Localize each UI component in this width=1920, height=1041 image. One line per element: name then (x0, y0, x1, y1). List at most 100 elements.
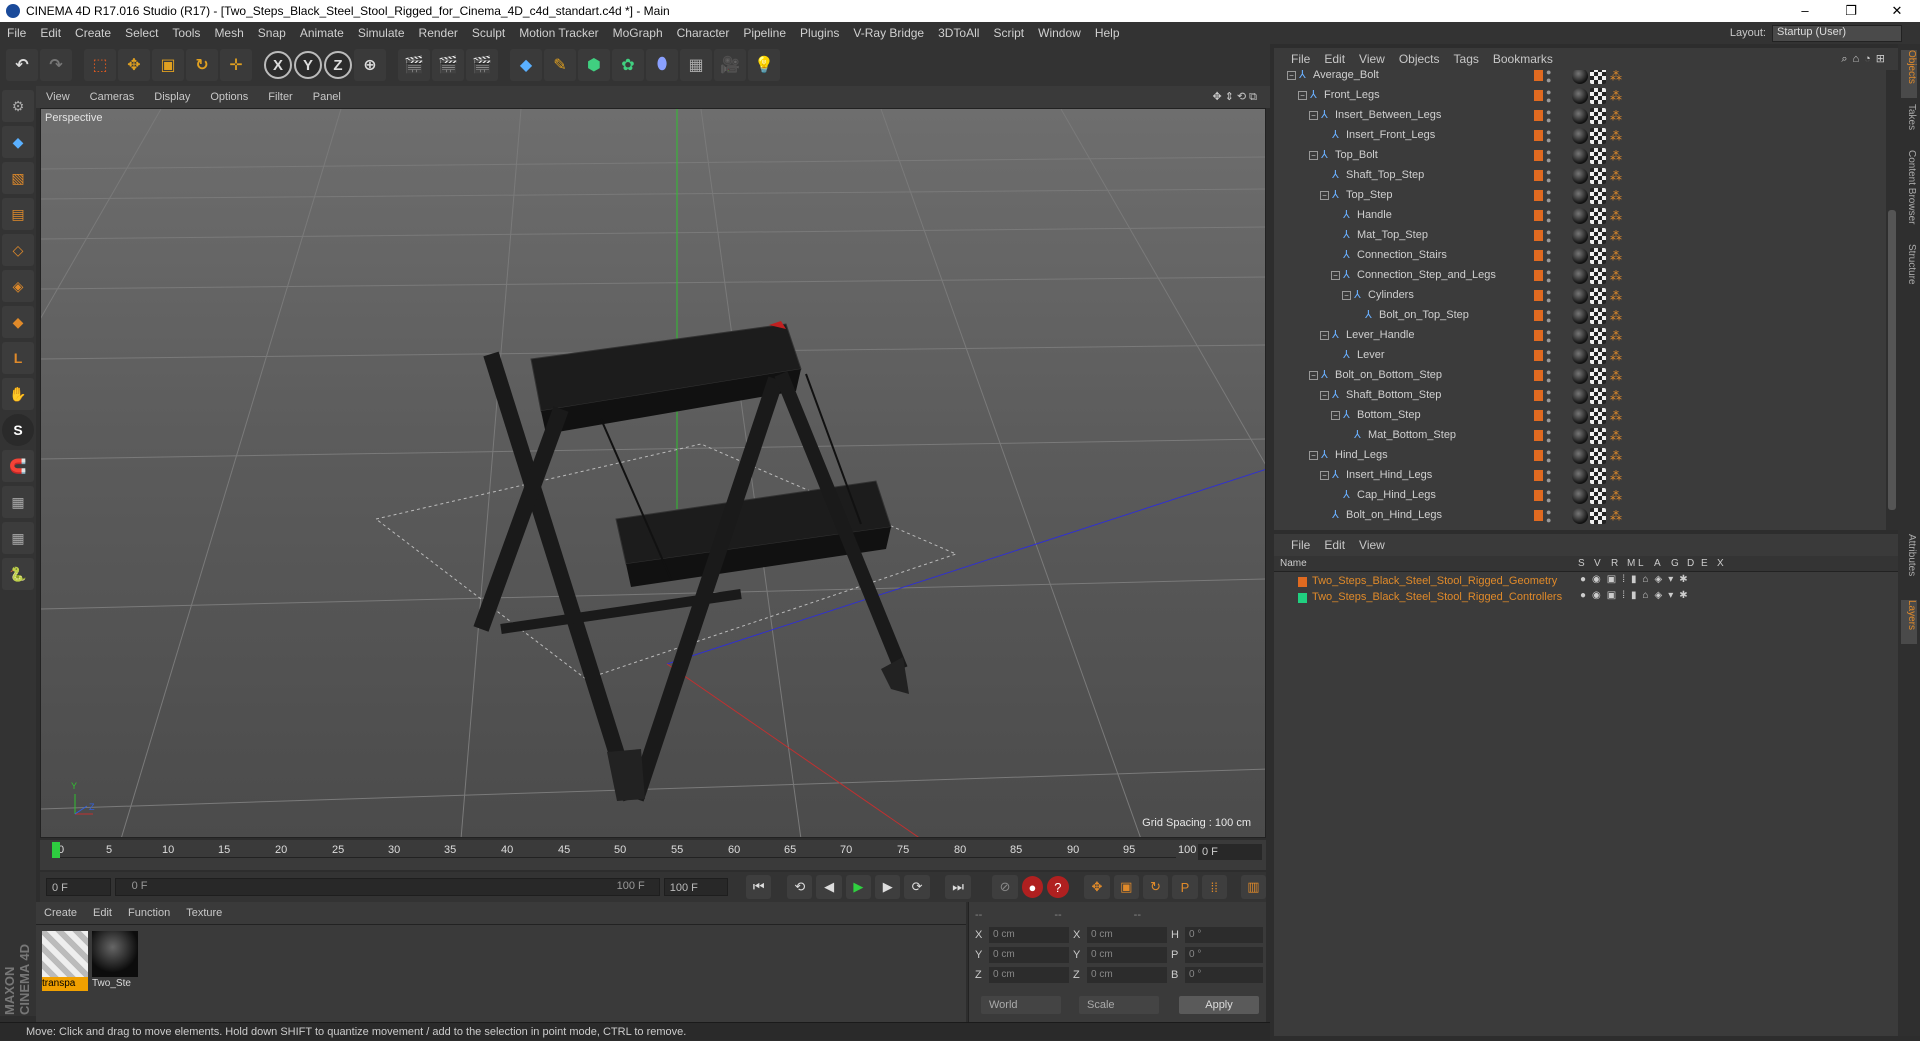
object-row[interactable]: − ⅄ Bottom_Step ● ● ⁂ (1274, 406, 1886, 426)
layer-color-swatch[interactable] (1534, 430, 1543, 441)
object-row[interactable]: − ⅄ Cylinders ● ● ⁂ (1274, 286, 1886, 306)
z-axis-lock-icon[interactable]: Z (324, 51, 352, 79)
material-tag-icon[interactable] (1572, 288, 1588, 304)
texture-tag-icon[interactable] (1590, 488, 1606, 504)
tweak-mode-icon[interactable]: ✋ (2, 378, 34, 410)
menu-help[interactable]: Help (1088, 26, 1127, 40)
make-editable-icon[interactable]: ⚙ (2, 90, 34, 122)
cube-primitive-icon[interactable]: ◆ (510, 49, 542, 81)
polygons-mode-icon[interactable]: ◆ (2, 306, 34, 338)
live-selection-icon[interactable]: ⬚ (84, 49, 116, 81)
move-tool-icon[interactable]: ✥ (118, 49, 150, 81)
expand-toggle-icon[interactable]: − (1320, 471, 1329, 480)
material-tag-icon[interactable] (1572, 428, 1588, 444)
timeline-ticks[interactable]: 0 5 10 15 20 25 30 35 40 45 50 55 60 65 … (54, 840, 1196, 858)
material-tag-icon[interactable] (1572, 228, 1588, 244)
timeline-window-icon[interactable]: ▥ (1240, 875, 1267, 899)
python-icon[interactable]: 🐍 (2, 558, 34, 590)
layer-color-swatch[interactable] (1534, 350, 1543, 361)
visibility-dots-icon[interactable]: ● ● (1546, 508, 1551, 525)
menu-motion-tracker[interactable]: Motion Tracker (512, 26, 605, 40)
ik-tag-icon[interactable]: ⁂ (1608, 208, 1624, 224)
layer-color-swatch[interactable] (1534, 210, 1543, 221)
object-row[interactable]: − ⅄ Insert_Between_Legs ● ● ⁂ (1274, 106, 1886, 126)
texture-tag-icon[interactable] (1590, 188, 1606, 204)
subdivision-surface-icon[interactable]: ⬢ (578, 49, 610, 81)
position-y-field[interactable]: 0 cm (989, 947, 1069, 963)
visibility-dots-icon[interactable]: ● ● (1546, 148, 1551, 165)
apply-button[interactable]: Apply (1179, 996, 1259, 1014)
size-z-field[interactable]: 0 cm (1087, 967, 1167, 983)
expand-toggle-icon[interactable]: − (1287, 71, 1296, 80)
workplane-mode-icon[interactable]: ▤ (2, 198, 34, 230)
object-name[interactable]: Bolt_on_Bottom_Step (1335, 369, 1442, 381)
object-name[interactable]: Bottom_Step (1357, 409, 1421, 421)
expand-toggle-icon[interactable]: − (1309, 371, 1318, 380)
layer-color-swatch[interactable] (1534, 70, 1543, 81)
spline-pen-icon[interactable]: ✎ (544, 49, 576, 81)
model-mode-icon[interactable]: ◆ (2, 126, 34, 158)
material-swatch[interactable]: Two_Ste (92, 931, 138, 991)
material-tag-icon[interactable] (1572, 368, 1588, 384)
scrollbar-thumb[interactable] (1888, 210, 1896, 510)
material-tag-icon[interactable] (1572, 108, 1588, 124)
material-tag-icon[interactable] (1572, 70, 1588, 84)
layer-color-swatch[interactable] (1534, 190, 1543, 201)
layer-row[interactable]: Two_Steps_Black_Steel_Stool_Rigged_Geome… (1274, 574, 1898, 590)
snapping-icon[interactable]: S (2, 414, 34, 446)
object-row[interactable]: − ⅄ Front_Legs ● ● ⁂ (1274, 86, 1886, 106)
tab-content-browser[interactable]: Content Browser (1901, 150, 1917, 240)
texture-tag-icon[interactable] (1590, 468, 1606, 484)
key-rotation-icon[interactable]: ↻ (1142, 875, 1169, 899)
texture-tag-icon[interactable] (1590, 148, 1606, 164)
object-row[interactable]: − ⅄ Connection_Step_and_Legs ● ● ⁂ (1274, 266, 1886, 286)
menu-sculpt[interactable]: Sculpt (465, 26, 512, 40)
layer-color-swatch[interactable] (1534, 330, 1543, 341)
visibility-dots-icon[interactable]: ● ● (1546, 248, 1551, 265)
object-row[interactable]: ⅄ Connection_Stairs ● ● ⁂ (1274, 246, 1886, 266)
edges-mode-icon[interactable]: ◈ (2, 270, 34, 302)
ik-tag-icon[interactable]: ⁂ (1608, 328, 1624, 344)
points-mode-icon[interactable]: ◇ (2, 234, 34, 266)
layer-color-swatch[interactable] (1534, 230, 1543, 241)
object-manager-scrollbar[interactable] (1886, 70, 1898, 530)
expand-toggle-icon[interactable]: − (1331, 271, 1340, 280)
texture-tag-icon[interactable] (1590, 70, 1606, 84)
object-row[interactable]: − ⅄ Top_Bolt ● ● ⁂ (1274, 146, 1886, 166)
tab-layers[interactable]: Layers (1901, 600, 1917, 644)
texture-tag-icon[interactable] (1590, 268, 1606, 284)
texture-tag-icon[interactable] (1590, 428, 1606, 444)
menu-pipeline[interactable]: Pipeline (736, 26, 793, 40)
visibility-dots-icon[interactable]: ● ● (1546, 488, 1551, 505)
layer-color-swatch[interactable] (1534, 370, 1543, 381)
object-row[interactable]: ⅄ Handle ● ● ⁂ (1274, 206, 1886, 226)
object-row[interactable]: − ⅄ Hind_Legs ● ● ⁂ (1274, 446, 1886, 466)
visibility-dots-icon[interactable]: ● ● (1546, 408, 1551, 425)
previous-key-icon[interactable]: ⟲ (787, 875, 813, 899)
camera-icon[interactable]: 🎥 (714, 49, 746, 81)
object-name[interactable]: Hind_Legs (1335, 449, 1388, 461)
texture-tag-icon[interactable] (1590, 208, 1606, 224)
ik-tag-icon[interactable]: ⁂ (1608, 148, 1624, 164)
object-name[interactable]: Insert_Between_Legs (1335, 109, 1441, 121)
object-row[interactable]: − ⅄ Top_Step ● ● ⁂ (1274, 186, 1886, 206)
texture-tag-icon[interactable] (1590, 108, 1606, 124)
viewport-nav-icons[interactable]: ✥⇕⟲⧉ (1212, 90, 1270, 104)
menu-animate[interactable]: Animate (293, 26, 351, 40)
object-name[interactable]: Mat_Bottom_Step (1368, 429, 1456, 441)
autokey-icon[interactable]: ? (1047, 876, 1069, 898)
object-row[interactable]: ⅄ Cap_Hind_Legs ● ● ⁂ (1274, 486, 1886, 506)
expand-toggle-icon[interactable]: − (1320, 391, 1329, 400)
deformer-icon[interactable]: ⬮ (646, 49, 678, 81)
texture-tag-icon[interactable] (1590, 388, 1606, 404)
viewport-menu-cameras[interactable]: Cameras (80, 91, 145, 103)
next-key-icon[interactable]: ⟳ (904, 875, 930, 899)
material-swatch[interactable]: transpa (42, 931, 88, 991)
menu-tools[interactable]: Tools (165, 26, 207, 40)
key-parameter-icon[interactable]: P (1172, 875, 1198, 899)
rotate-tool-icon[interactable]: ↻ (186, 49, 218, 81)
go-to-end-icon[interactable]: ⏭ (945, 875, 971, 899)
ik-tag-icon[interactable]: ⁂ (1608, 128, 1624, 144)
material-tag-icon[interactable] (1572, 268, 1588, 284)
ik-tag-icon[interactable]: ⁂ (1608, 468, 1624, 484)
